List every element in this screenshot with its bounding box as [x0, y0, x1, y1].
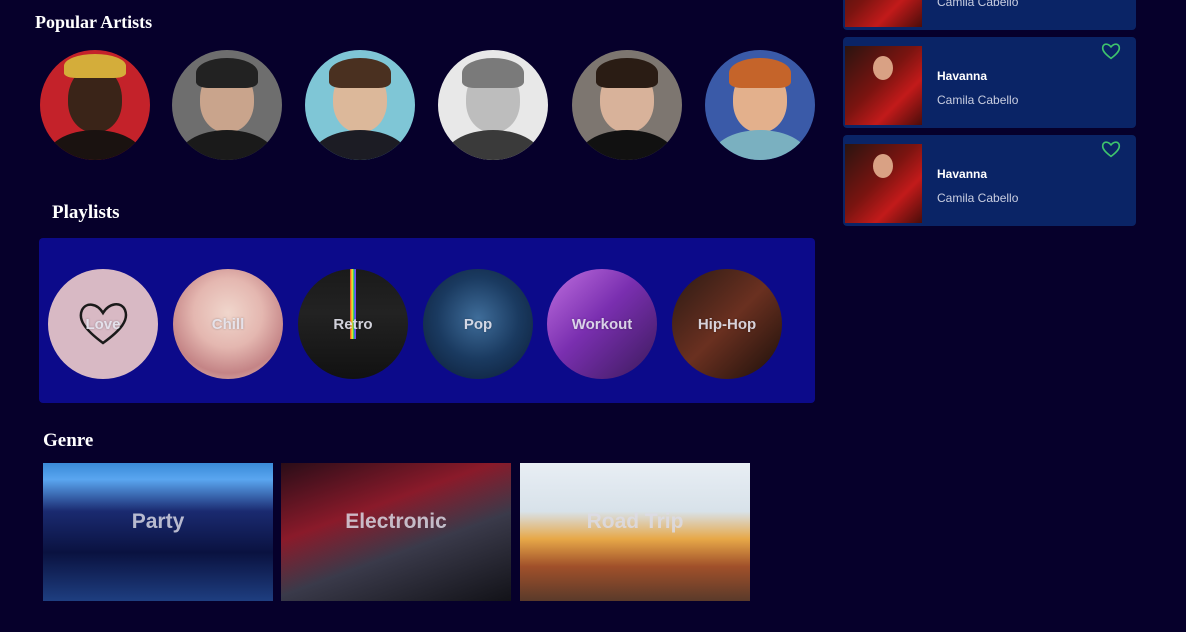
song-card[interactable]: Havanna Camila Cabello [843, 37, 1136, 128]
genre-electronic[interactable]: Electronic [281, 463, 511, 601]
playlist-pop[interactable]: Pop [423, 269, 533, 379]
song-title: Havanna [937, 167, 988, 181]
heart-icon[interactable] [1101, 42, 1121, 60]
playlist-retro[interactable]: Retro [298, 269, 408, 379]
album-cover [845, 144, 922, 223]
artist-avatar-4[interactable] [438, 50, 548, 160]
playlist-hip-hop[interactable]: Hip-Hop [672, 269, 782, 379]
song-artist: Camila Cabello [937, 0, 1019, 9]
playlist-workout[interactable]: Workout [547, 269, 657, 379]
song-card[interactable]: Havanna Camila Cabello [843, 135, 1136, 226]
genre-party[interactable]: Party [43, 463, 273, 601]
genre-label: Electronic [345, 510, 447, 533]
playlist-chill[interactable]: Chill [173, 269, 283, 379]
playlist-label: Pop [463, 315, 493, 333]
popular-artists-title: Popular Artists [35, 12, 153, 32]
genre-label: Road Trip [586, 510, 684, 533]
playlists-panel: Love Chill Retro Pop Workout Hip-Hop [39, 238, 815, 403]
genre-title: Genre [43, 430, 94, 451]
playlist-label: Workout [571, 315, 633, 333]
song-artist: Camila Cabello [937, 191, 1019, 205]
artist-avatar-1[interactable] [40, 50, 150, 160]
song-artist: Camila Cabello [937, 93, 1019, 107]
song-title: Havanna [937, 69, 988, 83]
playlist-label: Hip-Hop [697, 315, 757, 333]
playlist-label: Love [85, 315, 121, 333]
artist-avatar-5[interactable] [572, 50, 682, 160]
playlists-title: Playlists [52, 202, 120, 223]
heart-icon[interactable] [1101, 140, 1121, 158]
genre-label: Party [131, 510, 185, 533]
playlist-label: Chill [211, 315, 245, 333]
playlist-love[interactable]: Love [48, 269, 158, 379]
playlist-label: Retro [333, 315, 373, 333]
album-cover [845, 0, 922, 27]
artist-avatar-3[interactable] [305, 50, 415, 160]
genre-road-trip[interactable]: Road Trip [520, 463, 750, 601]
artist-avatar-2[interactable] [172, 50, 282, 160]
song-card[interactable]: Camila Cabello [843, 0, 1136, 30]
artist-avatar-6[interactable] [705, 50, 815, 160]
album-cover [845, 46, 922, 125]
